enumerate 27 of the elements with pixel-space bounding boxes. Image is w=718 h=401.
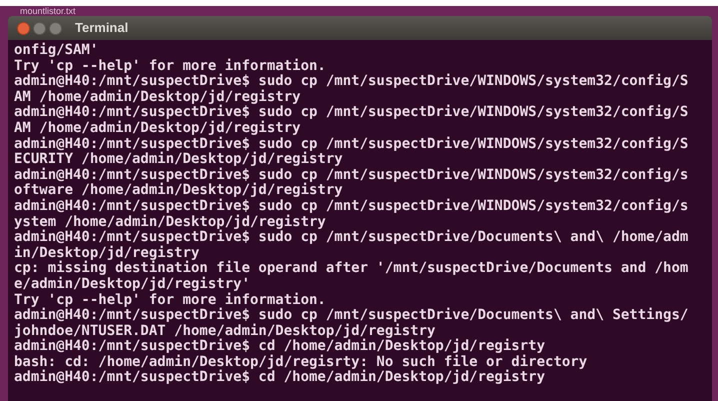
terminal-line: Try 'cp --help' for more information. [14,58,326,74]
window-title: Terminal [75,19,128,38]
maximize-button[interactable] [49,22,62,34]
terminal-line: admin@H40:/mnt/suspectDrive$ sudo cp /mnt/suspectDrive/Documents\ and\ /home/adm [14,230,688,246]
terminal-line: oftware /home/admin/Desktop/jd/registry [14,183,343,198]
terminal-line: admin@H40:/mnt/suspectDrive$ sudo cp /mnt/suspectDrive/WINDOWS/system32/config/S [14,74,688,90]
terminal-line: admin@H40:/mnt/suspectDrive$ sudo cp /mnt/suspectDrive/WINDOWS/system32/config/S [14,136,688,152]
file-label[interactable]: mountlistor.txt [20,6,76,16]
terminal-line: bash: cd: /home/admin/Desktop/jd/regisrty: No such file or directory [14,354,588,370]
close-button[interactable] [17,22,30,34]
minimize-button[interactable] [33,22,46,34]
terminal-line: admin@H40:/mnt/suspectDrive$ sudo cp /mnt/suspectDrive/WINDOWS/system32/config/S [14,105,688,120]
terminal-line: johndoe/NTUSER.DAT /home/admin/Desktop/jd/registry [14,324,436,339]
terminal-line: cp: missing destination file operand after '/mnt/suspectDrive/Documents and /hom [14,261,688,276]
terminal-line: AM /home/admin/Desktop/jd/registry [14,120,301,136]
terminal-line: onfig/SAM' [14,43,98,59]
terminal-line: admin@H40:/mnt/suspectDrive$ cd /home/admin/Desktop/jd/registry [14,370,546,386]
terminal-line: AM /home/admin/Desktop/jd/registry [14,90,301,105]
terminal-line: admin@H40:/mnt/suspectDrive$ cd /home/admin/Desktop/jd/regisrty [14,339,546,354]
terminal-line: admin@H40:/mnt/suspectDrive$ sudo cp /mnt/suspectDrive/Documents\ and\ Settings/ [14,308,688,324]
terminal-line: ystem /home/admin/Desktop/jd/registry [14,214,326,230]
terminal-line: Try 'cp --help' for more information. [14,292,326,308]
terminal-line: e/admin/Desktop/jd/registry' [14,276,250,292]
terminal-line: ECURITY /home/admin/Desktop/jd/registry [14,152,343,168]
terminal-line: admin@H40:/mnt/suspectDrive$ sudo cp /mnt/suspectDrive/WINDOWS/system32/config/s [14,168,688,183]
terminal-line: in/Desktop/jd/registry [14,246,200,261]
terminal-line: admin@H40:/mnt/suspectDrive$ sudo cp /mnt/suspectDrive/WINDOWS/system32/config/s [14,198,688,214]
